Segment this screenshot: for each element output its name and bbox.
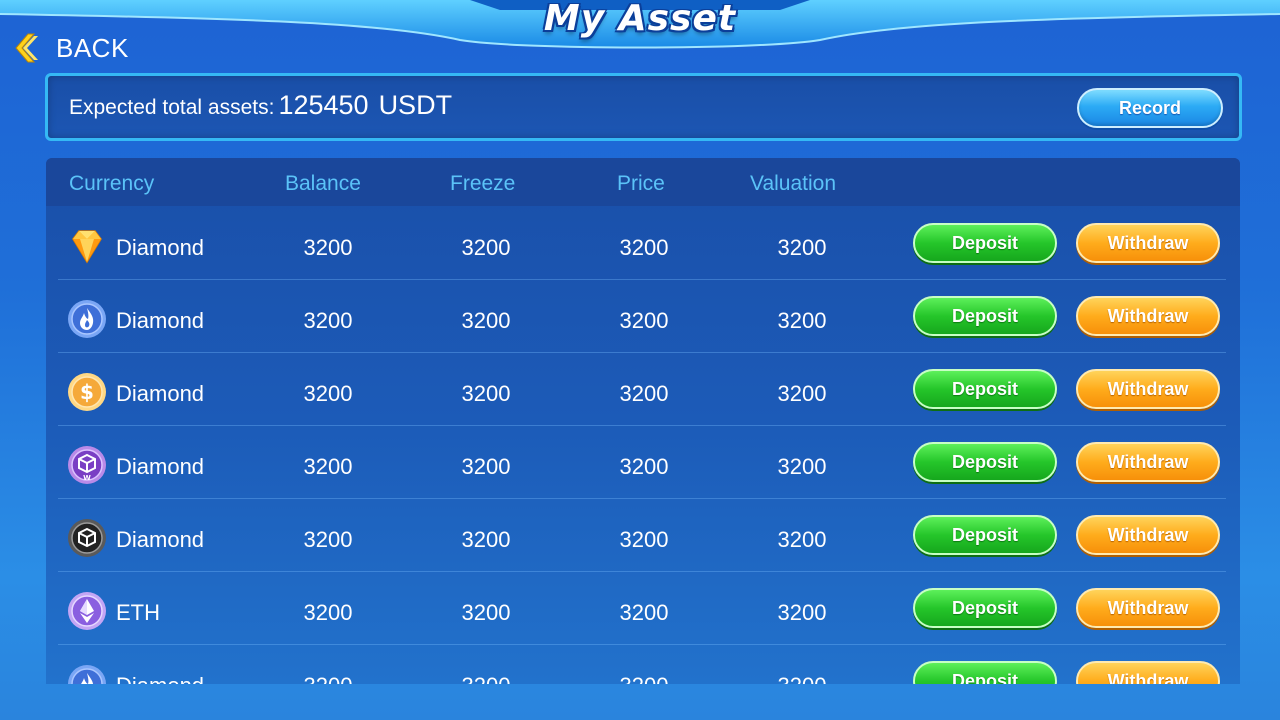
record-button[interactable]: Record	[1077, 88, 1223, 128]
freeze-value: 3200	[436, 673, 536, 684]
price-value: 3200	[619, 381, 669, 406]
currency-name: Diamond	[116, 673, 204, 684]
table-row: W Diamond 3200 3200 3200 3200 Deposit Wi…	[58, 425, 1226, 499]
back-label: BACK	[56, 32, 129, 63]
currency-name: Diamond	[116, 308, 205, 333]
currency-name: Diamond	[116, 235, 205, 260]
freeze-value: 3200	[461, 308, 511, 333]
balance-value: 3200	[303, 235, 353, 260]
valuation-value: 3200	[777, 381, 827, 406]
freeze-value: 3200	[461, 600, 511, 625]
price-value: 3200	[619, 308, 669, 333]
freeze-value: 3200	[461, 381, 511, 406]
table-row: Diamond 3200 3200 3200 3200 Deposit With…	[58, 206, 1226, 280]
valuation-value: 3200	[777, 600, 827, 625]
withdraw-button[interactable]: Withdraw	[1076, 515, 1220, 555]
svg-text:W: W	[83, 474, 91, 482]
asset-table: Currency Balance Freeze Price Valuation …	[46, 158, 1240, 684]
balance-value: 3200	[303, 381, 353, 406]
total-assets-value: 125450	[278, 90, 369, 120]
column-header-freeze: Freeze	[450, 172, 516, 195]
withdraw-button[interactable]: Withdraw	[1076, 588, 1220, 628]
deposit-button[interactable]: Deposit	[913, 442, 1057, 482]
eth-coin-icon	[67, 591, 107, 631]
withdraw-button[interactable]: Withdraw	[1076, 296, 1220, 336]
flame-coin-icon	[67, 299, 107, 339]
deposit-button[interactable]: Deposit	[913, 369, 1057, 409]
total-assets-unit: USDT	[378, 90, 453, 120]
balance-value: 3200	[278, 673, 378, 684]
table-row: ETH 3200 3200 3200 3200 Deposit Withdraw	[58, 571, 1226, 645]
page-title: My Asset	[543, 0, 737, 39]
valuation-value: 3200	[777, 527, 827, 552]
column-header-balance: Balance	[285, 172, 361, 195]
valuation-value: 3200	[777, 235, 827, 260]
currency-name: Diamond	[116, 381, 205, 406]
flame-coin-icon	[67, 664, 107, 684]
total-assets-label: Expected total assets:	[69, 96, 275, 119]
price-value: 3200	[619, 454, 669, 479]
column-header-currency: Currency	[69, 172, 155, 195]
withdraw-button[interactable]: Withdraw	[1076, 661, 1220, 684]
deposit-button[interactable]: Deposit	[913, 296, 1057, 336]
balance-value: 3200	[303, 308, 353, 333]
column-header-price: Price	[617, 172, 665, 195]
total-assets-panel: Expected total assets: 125450 USDT Recor…	[45, 73, 1242, 141]
freeze-value: 3200	[461, 454, 511, 479]
table-row: $ Diamond 3200 3200 3200 3200 Deposit Wi…	[58, 352, 1226, 426]
table-row: Diamond 3200 3200 3200 3200 Deposit With…	[58, 498, 1226, 572]
freeze-value: 3200	[461, 235, 511, 260]
currency-name: Diamond	[116, 454, 205, 479]
withdraw-button[interactable]: Withdraw	[1076, 223, 1220, 263]
purple-cube-coin-icon: W	[67, 445, 107, 485]
deposit-button[interactable]: Deposit	[913, 515, 1057, 555]
balance-value: 3200	[303, 600, 353, 625]
price-value: 3200	[594, 673, 694, 684]
back-button[interactable]: BACK	[14, 30, 129, 66]
balance-value: 3200	[303, 454, 353, 479]
deposit-button[interactable]: Deposit	[913, 661, 1057, 684]
column-header-valuation: Valuation	[750, 172, 837, 195]
dollar-coin-icon: $	[67, 372, 107, 412]
freeze-value: 3200	[461, 527, 511, 552]
diamond-gem-icon	[67, 226, 107, 266]
price-value: 3200	[619, 235, 669, 260]
balance-value: 3200	[303, 527, 353, 552]
dark-cube-coin-icon	[67, 518, 107, 558]
currency-name: Diamond	[116, 527, 205, 552]
withdraw-button[interactable]: Withdraw	[1076, 369, 1220, 409]
deposit-button[interactable]: Deposit	[913, 588, 1057, 628]
price-value: 3200	[619, 600, 669, 625]
table-row: Diamond 3200 3200 3200 3200 Deposit With…	[58, 644, 1226, 684]
table-row: Diamond 3200 3200 3200 3200 Deposit With…	[58, 279, 1226, 353]
valuation-value: 3200	[752, 673, 852, 684]
withdraw-button[interactable]: Withdraw	[1076, 442, 1220, 482]
svg-text:$: $	[80, 380, 94, 404]
valuation-value: 3200	[777, 308, 827, 333]
deposit-button[interactable]: Deposit	[913, 223, 1057, 263]
chevron-left-icon	[15, 33, 38, 63]
total-assets-text: Expected total assets: 125450 USDT	[69, 90, 452, 121]
valuation-value: 3200	[777, 454, 827, 479]
table-header: Currency Balance Freeze Price Valuation	[46, 158, 1240, 206]
currency-name: ETH	[116, 600, 160, 625]
price-value: 3200	[619, 527, 669, 552]
